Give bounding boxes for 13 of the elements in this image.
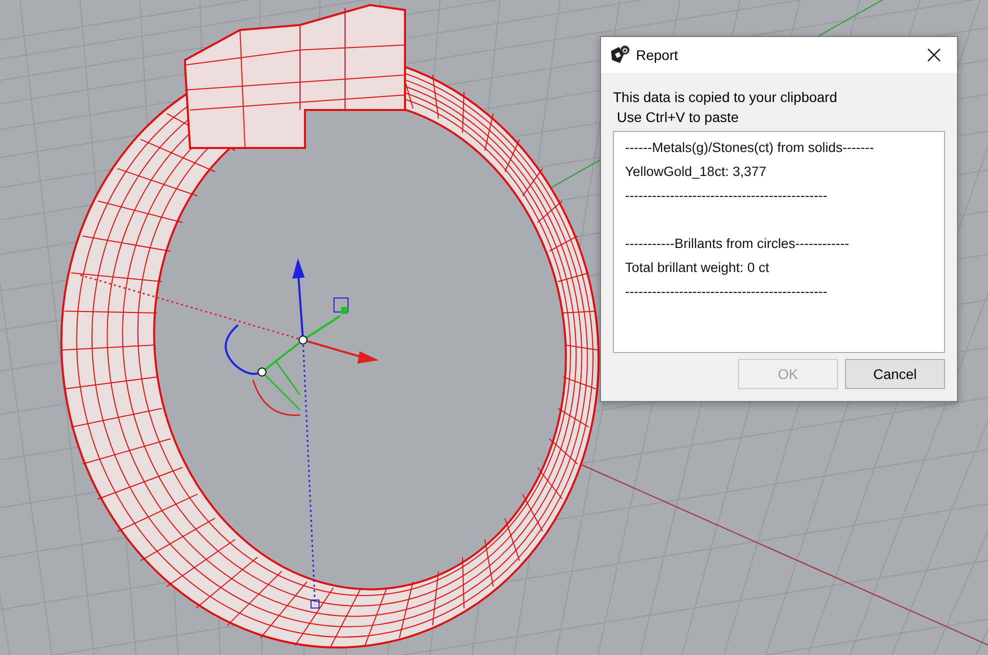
report-line: Total brillant weight: 0 ct (625, 259, 770, 277)
window-title: Report (636, 46, 680, 65)
report-text-box[interactable] (613, 131, 945, 353)
message-line: This data is copied to your clipboard (613, 88, 838, 107)
report-line: YellowGold_18ct: 3,377 (625, 163, 766, 181)
report-line: --------------------------------------------- (625, 283, 828, 301)
message-line: Use Ctrl+V to paste (616, 108, 739, 127)
report-line: --------------------------------------------- (625, 187, 828, 205)
cancel-button[interactable]: Cancel (845, 359, 945, 389)
close-icon (927, 48, 941, 62)
app-icon (610, 45, 630, 65)
report-line: -----------Brillants from circles------------ (625, 235, 850, 253)
report-line: ------Metals(g)/Stones(ct) from solids------- (625, 139, 874, 157)
